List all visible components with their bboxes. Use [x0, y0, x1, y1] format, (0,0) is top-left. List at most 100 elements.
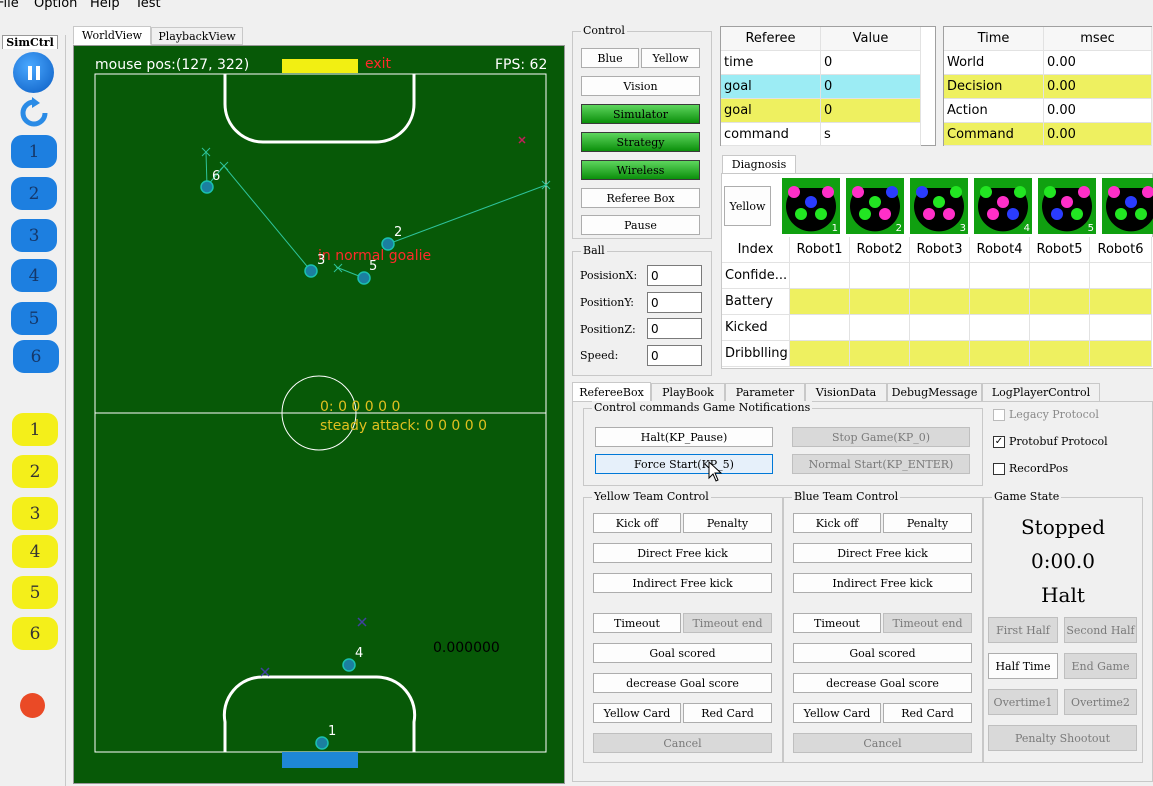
blue-direct-free-kick-button[interactable]: Direct Free kick [793, 543, 972, 563]
second-half-button[interactable]: Second Half [1064, 617, 1137, 643]
tab-diagnosis[interactable]: Diagnosis [722, 155, 796, 174]
exit-text[interactable]: exit [365, 56, 391, 72]
robot-pattern-icon[interactable]: 1 [782, 178, 840, 234]
yellow-direct-free-kick-button[interactable]: Direct Free kick [593, 543, 772, 563]
blue-decrease-goal-button[interactable]: decrease Goal score [793, 673, 972, 693]
legacy-protocol-checkbox[interactable] [993, 409, 1005, 421]
stop-game-button[interactable]: Stop Game(KP_0) [792, 427, 970, 447]
yellow-robot-5-button[interactable]: 5 [12, 576, 58, 609]
diagnosis-header-robot5[interactable]: Robot5 [1030, 237, 1090, 263]
wireless-button[interactable]: Wireless [581, 160, 700, 180]
yellow-timeout-button[interactable]: Timeout [593, 613, 681, 633]
blue-penalty-button[interactable]: Penalty [883, 513, 972, 533]
robot-pattern-icon[interactable] [1102, 178, 1153, 234]
yellow-robot-6-button[interactable]: 6 [12, 617, 58, 650]
penalty-shootout-button[interactable]: Penalty Shootout [988, 725, 1137, 751]
blue-timeout-end-button[interactable]: Timeout end [883, 613, 972, 633]
yellow-yellow-card-button[interactable]: Yellow Card [593, 703, 681, 723]
tab-parameter[interactable]: Parameter [725, 383, 805, 402]
blue-robot-2-button[interactable]: 2 [11, 177, 57, 210]
blue-kickoff-button[interactable]: Kick off [793, 513, 881, 533]
refresh-icon[interactable] [18, 97, 50, 127]
blue-robot-1-button[interactable]: 1 [11, 135, 57, 168]
record-icon[interactable] [20, 693, 45, 718]
msec-header[interactable]: msec [1044, 27, 1152, 51]
robot-pattern-icon[interactable]: 5 [1038, 178, 1096, 234]
force-start-button[interactable]: Force Start(KP_5) [595, 454, 773, 474]
blue-yellow-card-button[interactable]: Yellow Card [793, 703, 881, 723]
pause-icon[interactable] [13, 52, 54, 93]
diagnosis-header-robot3[interactable]: Robot3 [910, 237, 970, 263]
blue-robot-5-button[interactable]: 5 [11, 302, 57, 335]
blue-robot-3-button[interactable]: 3 [11, 219, 57, 252]
yellow-kickoff-button[interactable]: Kick off [593, 513, 681, 533]
blue-robot-6-button[interactable]: 6 [13, 340, 59, 373]
halt-button[interactable]: Halt(KP_Pause) [595, 427, 773, 447]
diagnosis-header-robot4[interactable]: Robot4 [970, 237, 1030, 263]
tab-simctrl[interactable]: SimCtrl [2, 35, 58, 49]
overtime2-button[interactable]: Overtime2 [1064, 689, 1137, 715]
tab-playbackview[interactable]: PlaybackView [151, 27, 243, 45]
normal-start-button[interactable]: Normal Start(KP_ENTER) [792, 454, 970, 474]
yellow-button[interactable]: Yellow [641, 48, 700, 68]
referee-header[interactable]: Referee [721, 27, 821, 51]
yellow-robot-3-button[interactable]: 3 [12, 497, 58, 530]
recordpos-checkbox[interactable] [993, 463, 1005, 475]
yellow-indirect-free-kick-button[interactable]: Indirect Free kick [593, 573, 772, 593]
blue-button[interactable]: Blue [581, 48, 639, 68]
yellow-timeout-end-button[interactable]: Timeout end [683, 613, 772, 633]
half-time-button[interactable]: Half Time [988, 653, 1058, 679]
yellow-red-card-button[interactable]: Red Card [683, 703, 772, 723]
menu-test[interactable]: Test [135, 0, 161, 11]
menu-help[interactable]: Help [90, 0, 120, 11]
tab-refereebox[interactable]: RefereeBox [572, 382, 651, 402]
pause-button[interactable]: Pause [581, 215, 700, 235]
value-header[interactable]: Value [821, 27, 921, 51]
blue-goal-scored-button[interactable]: Goal scored [793, 643, 972, 663]
end-game-button[interactable]: End Game [1064, 653, 1137, 679]
yellow-decrease-goal-button[interactable]: decrease Goal score [593, 673, 772, 693]
blue-cancel-button[interactable]: Cancel [793, 733, 972, 753]
tab-playbook[interactable]: PlayBook [651, 383, 725, 402]
blue-robot-4-button[interactable]: 4 [11, 259, 57, 292]
blue-timeout-button[interactable]: Timeout [793, 613, 881, 633]
referee-box-button[interactable]: Referee Box [581, 188, 700, 208]
yellow-robot-4-button[interactable]: 4 [12, 535, 58, 568]
position-z-field[interactable]: 0 [647, 318, 702, 339]
yellow-penalty-button[interactable]: Penalty [683, 513, 772, 533]
yellow-robot-1-button[interactable]: 1 [12, 413, 58, 446]
robot-pattern-icon[interactable]: 2 [846, 178, 904, 234]
diagnosis-header-robot1[interactable]: Robot1 [790, 237, 850, 263]
overtime1-button[interactable]: Overtime1 [988, 689, 1058, 715]
value-label: 0.000000 [433, 640, 500, 656]
tab-visiondata[interactable]: VisionData [805, 383, 887, 402]
diagnosis-header-robot2[interactable]: Robot2 [850, 237, 910, 263]
position-x-field[interactable]: 0 [647, 265, 702, 286]
diagnosis-header-index[interactable]: Index [722, 237, 790, 263]
menu-option[interactable]: Option [34, 0, 77, 11]
field-view[interactable]: mouse pos:(127, 322) exit FPS: 62 0: 0 0… [73, 45, 565, 784]
speed-field[interactable]: 0 [647, 345, 702, 366]
yellow-cancel-button[interactable]: Cancel [593, 733, 772, 753]
protobuf-protocol-checkbox[interactable]: ✓ [993, 436, 1005, 448]
simulator-button[interactable]: Simulator [581, 104, 700, 124]
robot-pattern-icon[interactable]: 3 [910, 178, 968, 234]
strategy-button[interactable]: Strategy [581, 132, 700, 152]
position-y-field[interactable]: 0 [647, 292, 702, 313]
tab-worldview[interactable]: WorldView [73, 26, 151, 45]
diagnosis-row-label: Dribblling [722, 341, 790, 367]
first-half-button[interactable]: First Half [988, 617, 1058, 643]
time-header[interactable]: Time [944, 27, 1044, 51]
tab-logplayercontrol[interactable]: LogPlayerControl [982, 383, 1100, 402]
vision-button[interactable]: Vision [581, 76, 700, 96]
diagnosis-yellow-button[interactable]: Yellow [724, 186, 771, 226]
yellow-robot-2-button[interactable]: 2 [12, 455, 58, 488]
diagnosis-header-robot6[interactable]: Robot6 [1090, 237, 1152, 263]
menu-file[interactable]: File [0, 0, 19, 11]
tab-debugmessage[interactable]: DebugMessage [887, 383, 982, 402]
diagnosis-cell [970, 341, 1030, 367]
yellow-goal-scored-button[interactable]: Goal scored [593, 643, 772, 663]
blue-indirect-free-kick-button[interactable]: Indirect Free kick [793, 573, 972, 593]
robot-pattern-icon[interactable]: 4 [974, 178, 1032, 234]
blue-red-card-button[interactable]: Red Card [883, 703, 972, 723]
